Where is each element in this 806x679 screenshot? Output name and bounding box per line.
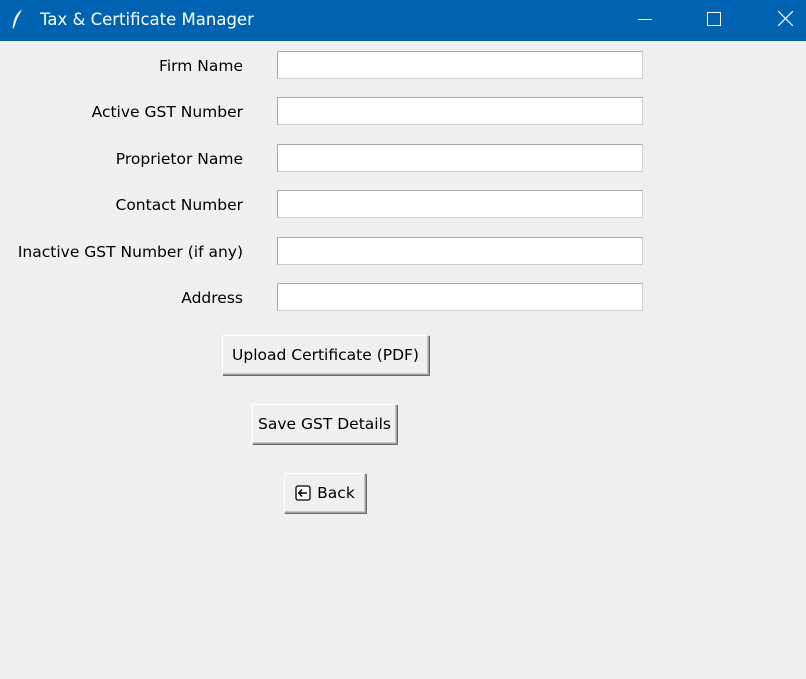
close-button[interactable] (759, 0, 806, 41)
contact-number-input[interactable] (277, 190, 643, 218)
contact-number-label: Contact Number (115, 196, 244, 214)
address-label: Address (181, 289, 243, 307)
save-gst-details-button[interactable]: Save GST Details (252, 404, 397, 444)
minimize-button[interactable] (619, 0, 671, 41)
window-title: Tax & Certificate Manager (40, 10, 254, 29)
inactive-gst-number-input[interactable] (277, 237, 643, 265)
inactive-gst-number-label: Inactive GST Number (if any) (17, 243, 243, 261)
firm-name-input[interactable] (277, 51, 643, 79)
maximize-icon (707, 11, 721, 30)
proprietor-name-label: Proprietor Name (115, 150, 243, 168)
back-label: Back (317, 484, 355, 502)
upload-certificate-button[interactable]: Upload Certificate (PDF) (222, 335, 429, 375)
title-bar[interactable]: Tax & Certificate Manager (0, 0, 806, 41)
proprietor-name-input[interactable] (277, 144, 643, 172)
maximize-button[interactable] (688, 0, 740, 41)
active-gst-number-input[interactable] (277, 97, 643, 125)
app-window: Tax & Certificate Manager Firm Name Acti… (0, 0, 806, 679)
active-gst-number-label: Active GST Number (91, 103, 243, 121)
address-input[interactable] (277, 283, 643, 311)
back-arrow-icon (295, 485, 311, 501)
minimize-icon (638, 11, 652, 30)
back-button[interactable]: Back (284, 473, 366, 513)
upload-certificate-label: Upload Certificate (PDF) (232, 346, 419, 364)
firm-name-label: Firm Name (159, 57, 243, 75)
close-icon (777, 10, 793, 30)
save-gst-details-label: Save GST Details (258, 415, 391, 433)
feather-icon (10, 9, 26, 31)
